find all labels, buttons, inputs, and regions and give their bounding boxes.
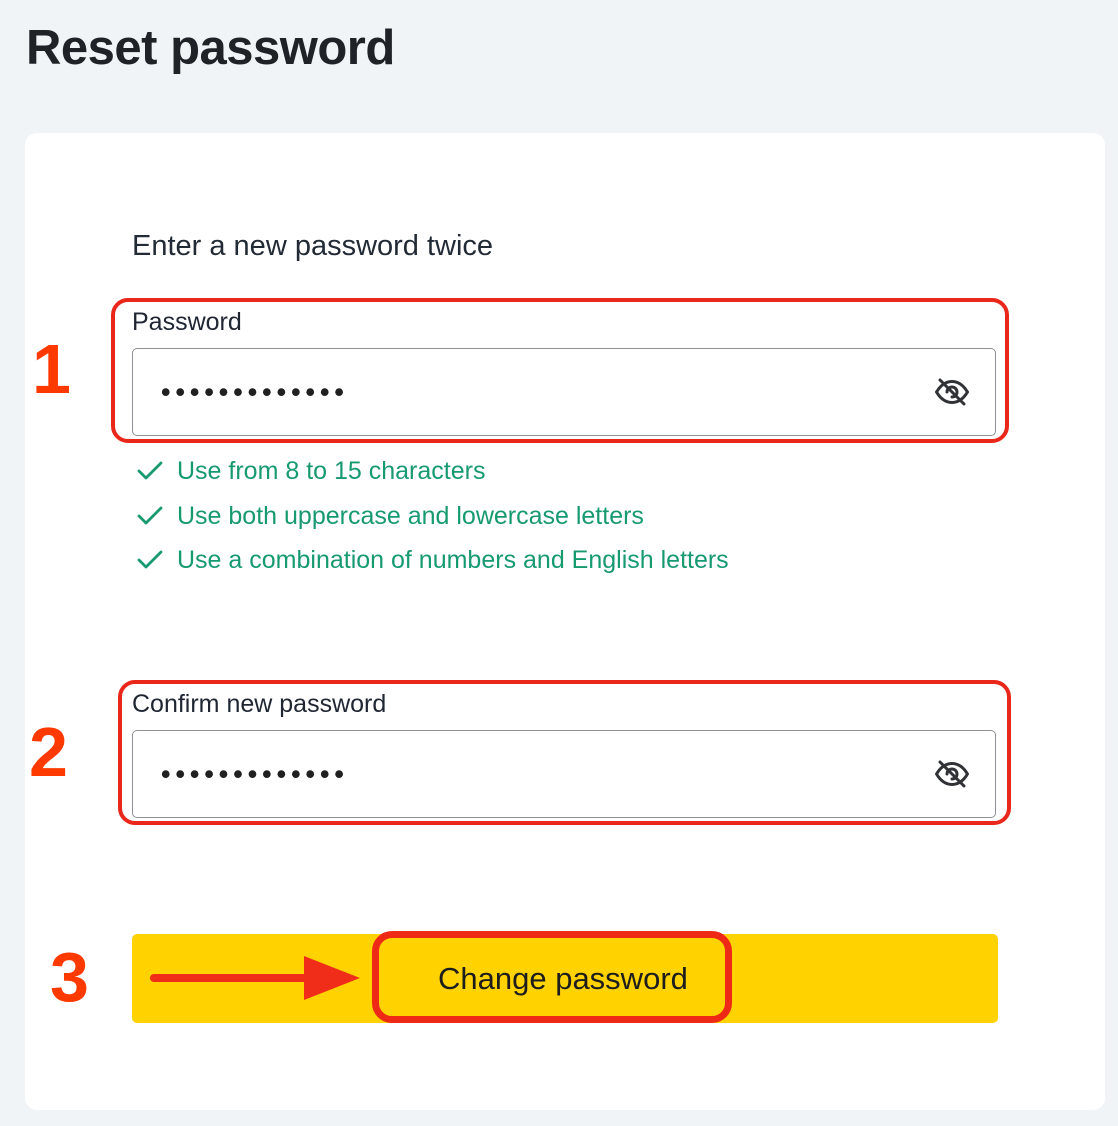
eye-slash-icon[interactable]: [934, 377, 970, 407]
requirement-item: Use from 8 to 15 characters: [133, 453, 893, 498]
requirement-text: Use from 8 to 15 characters: [177, 457, 486, 485]
password-masked-value: •••••••••••••: [161, 377, 349, 407]
step-2-annotation: 2: [29, 713, 68, 791]
confirm-password-masked-value: •••••••••••••: [161, 759, 349, 789]
password-requirements: Use from 8 to 15 characters Use both upp…: [133, 453, 893, 587]
reset-password-card: Enter a new password twice Password ••••…: [25, 133, 1105, 1110]
confirm-password-input[interactable]: •••••••••••••: [132, 730, 996, 818]
check-icon: [137, 461, 163, 481]
step-3-annotation: 3: [50, 938, 89, 1016]
requirement-text: Use both uppercase and lowercase letters: [177, 501, 644, 530]
confirm-password-label: Confirm new password: [132, 690, 387, 718]
requirement-item: Use a combination of numbers and English…: [133, 542, 893, 587]
change-password-button[interactable]: Change password: [132, 934, 998, 1023]
page-title: Reset password: [26, 21, 395, 75]
password-label: Password: [132, 308, 242, 336]
check-icon: [137, 550, 163, 570]
change-password-button-label: Change password: [438, 961, 688, 996]
check-icon: [137, 506, 163, 526]
password-instruction: Enter a new password twice: [132, 230, 494, 262]
password-input[interactable]: •••••••••••••: [132, 348, 996, 436]
requirement-item: Use both uppercase and lowercase letters: [133, 498, 893, 543]
step-1-annotation: 1: [32, 330, 71, 408]
eye-slash-icon[interactable]: [934, 759, 970, 789]
requirement-text: Use a combination of numbers and English…: [177, 546, 729, 574]
